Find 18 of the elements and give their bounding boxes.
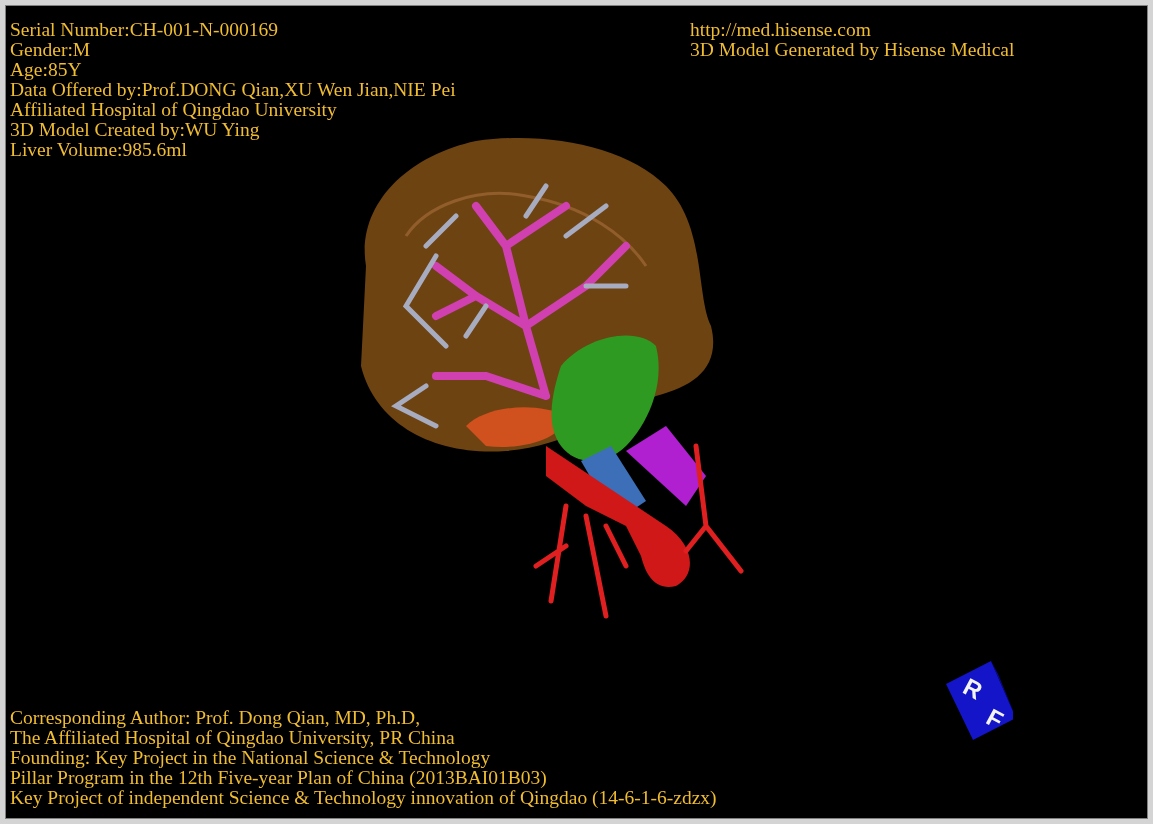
- orientation-cube[interactable]: [946, 661, 1013, 740]
- cube-face-label: R: [959, 672, 987, 705]
- info-text: Data Offered by:Prof.DONG Qian,XU Wen Jian,NIE Pei: [10, 80, 456, 100]
- info-text: Serial Number:CH-001-N-000169: [10, 20, 280, 40]
- info-text: Age:85Y: [10, 60, 83, 80]
- info-text: The Affiliated Hospital of Qingdao University, PR China: [10, 728, 456, 748]
- info-text: 3D Model Generated by Hisense Medical: [690, 40, 1015, 60]
- info-text: Pillar Program in the 12th Five-year Plan of China (2013BAI01B03): [10, 768, 548, 788]
- info-text: Affiliated Hospital of Qingdao University: [10, 100, 338, 120]
- viewport[interactable]: [5, 5, 1148, 819]
- info-text: Liver Volume:985.6ml: [10, 140, 187, 160]
- info-text: Key Project of independent Science & Technology innovation of Qingdao (14-6-1-6-zdzx): [10, 788, 717, 808]
- info-text: 3D Model Created by:WU Ying: [10, 120, 260, 140]
- info-text: Corresponding Author: Prof. Dong Qian, MD, Ph.D,: [10, 708, 422, 728]
- cube-face-label: F: [982, 703, 1008, 734]
- info-text: http://med.hisense.com: [690, 20, 872, 40]
- info-text: Founding: Key Project in the National Science & Technology: [10, 748, 492, 768]
- info-text: Gender:M: [10, 40, 92, 60]
